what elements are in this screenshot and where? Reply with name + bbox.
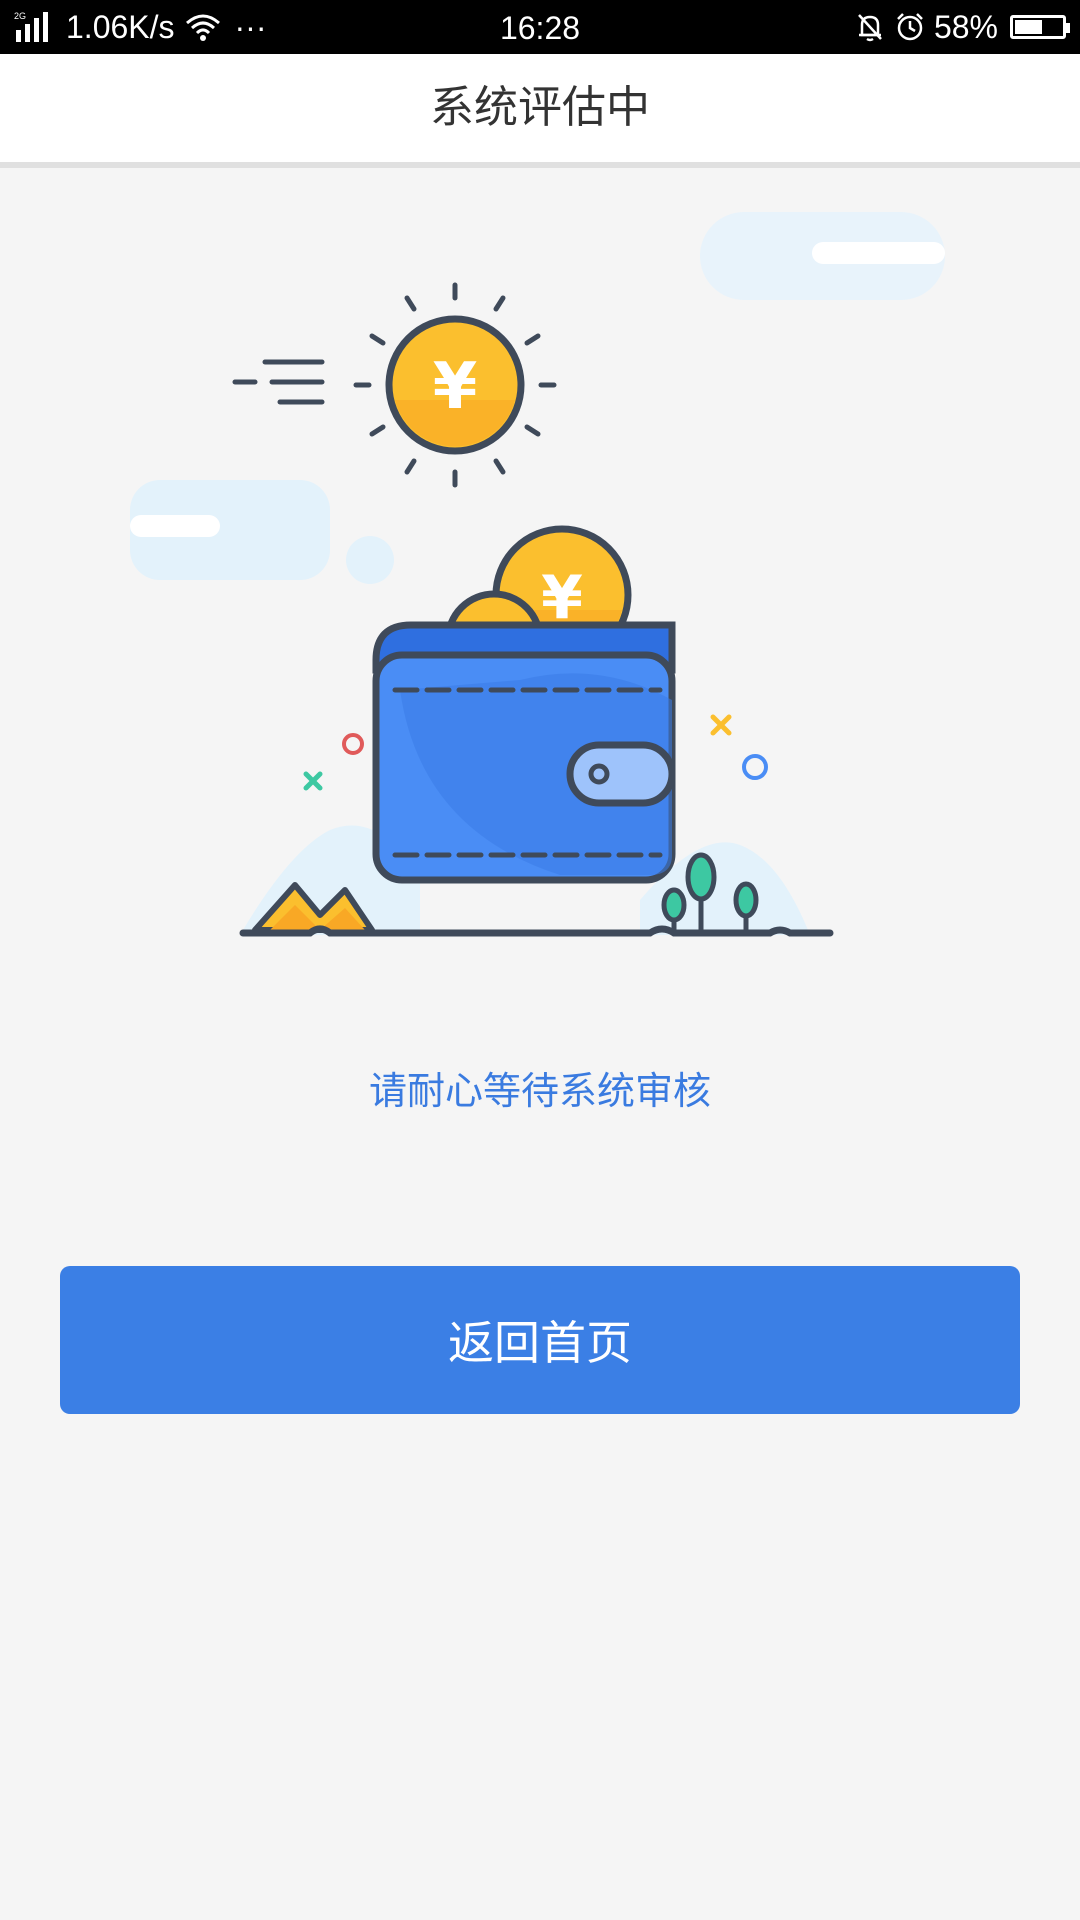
status-right: 58% (854, 0, 1070, 54)
network-speed: 1.06K/s (66, 8, 175, 45)
cloud-icon (130, 212, 945, 584)
status-left: 2G 1.06K/s ··· (14, 0, 266, 54)
wallet-icon (372, 621, 676, 884)
signal-icon: 2G (14, 11, 48, 42)
wallet-illustration: ¥ ¥ ¥ (130, 212, 945, 937)
status-bar: 2G 1.06K/s ··· 16:28 58% (0, 0, 1080, 54)
mute-bell-icon (858, 14, 882, 42)
sun-coin-icon: ¥ (232, 282, 557, 488)
more-dots: ··· (234, 8, 267, 45)
waiting-message: 请耐心等待系统审核 (368, 1069, 711, 1113)
page-title: 系统评估中 (430, 82, 650, 133)
network-type-label: 2G (14, 11, 26, 21)
coin-symbol: ¥ (433, 350, 478, 424)
battery-percent: 58% (933, 8, 998, 45)
battery-icon (1010, 15, 1070, 39)
return-home-button[interactable]: 返回首页 (60, 1266, 1020, 1414)
alarm-icon (897, 13, 923, 41)
wifi-icon (185, 14, 220, 41)
battery-fill (1015, 20, 1042, 34)
header: 系统评估中 (0, 54, 1080, 168)
